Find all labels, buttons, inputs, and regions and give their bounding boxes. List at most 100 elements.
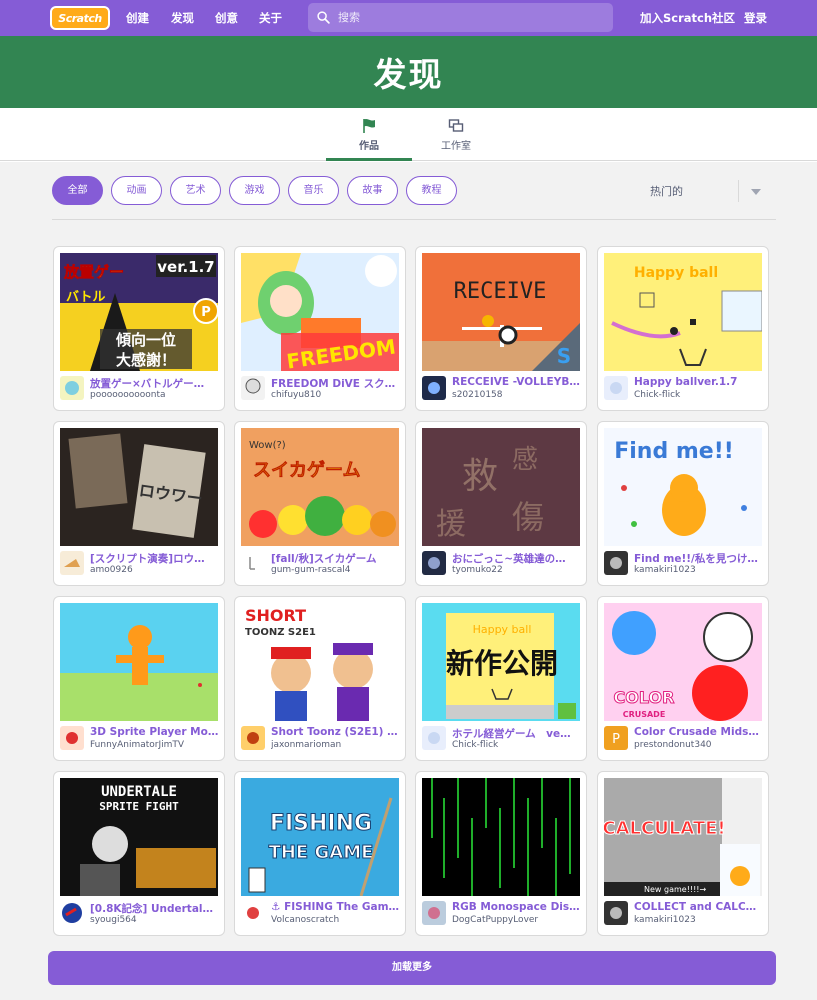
project-thumbnail[interactable]: Happy ball	[604, 253, 762, 371]
project-card[interactable]: Happy ball 新作公開 ホテル経営ゲーム ve… Chick-flick	[415, 596, 587, 761]
project-author[interactable]: prestondonut340	[634, 740, 764, 750]
avatar[interactable]	[422, 726, 446, 750]
project-card[interactable]: FISHING THE GAME ⚓ FISHING The Gam… Volc…	[234, 771, 406, 936]
project-thumbnail[interactable]: Happy ball 新作公開	[422, 603, 580, 721]
filter-art[interactable]: 艺术	[170, 176, 221, 205]
project-author[interactable]: kamakiri1023	[634, 565, 764, 575]
nav-create[interactable]: 创建	[126, 0, 149, 36]
project-title[interactable]: Find me!!/私を見つけ…	[634, 551, 764, 566]
project-card[interactable]: ロウワー [スクリプト演奏]ロウ… amo0926	[53, 421, 225, 586]
project-thumbnail[interactable]: Find me!!	[604, 428, 762, 546]
project-author[interactable]: syougi564	[90, 915, 220, 925]
project-author[interactable]: kamakiri1023	[634, 915, 764, 925]
project-author[interactable]: FunnyAnimatorJimTV	[90, 740, 220, 750]
project-card[interactable]: SHORT TOONZ S2E1 Short Toonz (S2E1) - … …	[234, 596, 406, 761]
project-author[interactable]: poooooooooonta	[90, 390, 220, 400]
project-title[interactable]: [0.8K記念] Undertale …	[90, 901, 220, 916]
avatar[interactable]	[422, 551, 446, 575]
project-card[interactable]: 3D Sprite Player Model FunnyAnimatorJimT…	[53, 596, 225, 761]
project-thumbnail[interactable]: FREEDOM	[241, 253, 399, 371]
project-author[interactable]: tyomuko22	[452, 565, 582, 575]
project-author[interactable]: s20210158	[452, 390, 582, 400]
project-card[interactable]: Wow(?) スイカゲーム [fall/秋]スイカゲーム gum-gum-ras…	[234, 421, 406, 586]
load-more-button[interactable]: 加载更多	[48, 951, 776, 985]
project-title[interactable]: ホテル経営ゲーム ve…	[452, 726, 582, 741]
avatar[interactable]	[241, 726, 265, 750]
filter-games[interactable]: 游戏	[229, 176, 280, 205]
project-card[interactable]: Happy ball Happy ballver.1.7 Chick-flick	[597, 246, 769, 411]
project-card[interactable]: UNDERTALE SPRITE FIGHT [0.8K記念] Undertal…	[53, 771, 225, 936]
project-title[interactable]: FREEDOM DiVE スク…	[271, 376, 401, 391]
project-title[interactable]: COLLECT and CALC…	[634, 901, 764, 913]
project-card[interactable]: CALCULATE! New game!!!!→ COLLECT and CAL…	[597, 771, 769, 936]
project-title[interactable]: RGB Monospace Dis…	[452, 901, 582, 913]
project-thumbnail[interactable]: RECEIVE S	[422, 253, 580, 371]
project-thumbnail[interactable]: Wow(?) スイカゲーム	[241, 428, 399, 546]
tab-studios[interactable]: 工作室	[413, 108, 499, 161]
project-author[interactable]: DogCatPuppyLover	[452, 915, 582, 925]
project-author[interactable]: gum-gum-rascal4	[271, 565, 401, 575]
search-input[interactable]	[338, 3, 598, 32]
filter-animation[interactable]: 动画	[111, 176, 162, 205]
project-card[interactable]: RECEIVE S RECCEIVE -VOLLEYB… s20210158	[415, 246, 587, 411]
avatar[interactable]	[60, 726, 84, 750]
filter-stories[interactable]: 故事	[347, 176, 398, 205]
project-card[interactable]: Find me!! Find me!!/私を見つけ… kamakiri1023	[597, 421, 769, 586]
project-thumbnail[interactable]: SHORT TOONZ S2E1	[241, 603, 399, 721]
avatar[interactable]	[241, 376, 265, 400]
sort-dropdown[interactable]: 热门的	[620, 180, 775, 202]
project-card[interactable]: 救 感 傷 援 おにごっこ~英雄達の… tyomuko22	[415, 421, 587, 586]
project-author[interactable]: Chick-flick	[452, 740, 582, 750]
avatar[interactable]	[241, 551, 265, 575]
project-title[interactable]: 放置ゲー×バトルゲー…	[90, 376, 220, 391]
filter-all[interactable]: 全部	[52, 176, 103, 205]
project-card[interactable]: RGB Monospace Dis… DogCatPuppyLover	[415, 771, 587, 936]
project-title[interactable]: [スクリプト演奏]ロウ…	[90, 551, 220, 566]
avatar[interactable]	[60, 551, 84, 575]
avatar[interactable]	[604, 901, 628, 925]
project-title[interactable]: Color Crusade Midse…	[634, 726, 764, 738]
project-card[interactable]: ver.1.7 放置ゲー バトル P 傾向一位 大感謝！ 放置ゲー×バトルゲー……	[53, 246, 225, 411]
project-title[interactable]: おにごっこ~英雄達の…	[452, 551, 582, 566]
avatar[interactable]	[604, 376, 628, 400]
project-thumbnail[interactable]	[422, 778, 580, 896]
avatar[interactable]	[241, 901, 265, 925]
svg-text:スイカゲーム: スイカゲーム	[253, 459, 360, 481]
project-card[interactable]: FREEDOM FREEDOM DiVE スク… chifuyu810	[234, 246, 406, 411]
sign-in-link[interactable]: 登录	[744, 0, 767, 36]
project-title[interactable]: Short Toonz (S2E1) - …	[271, 726, 401, 738]
project-author[interactable]: jaxonmarioman	[271, 740, 401, 750]
project-title[interactable]: [fall/秋]スイカゲーム	[271, 551, 401, 566]
project-thumbnail[interactable]: ver.1.7 放置ゲー バトル P 傾向一位 大感謝！	[60, 253, 218, 371]
nav-about[interactable]: 关于	[259, 0, 282, 36]
avatar[interactable]	[422, 901, 446, 925]
avatar[interactable]	[604, 551, 628, 575]
project-thumbnail[interactable]: UNDERTALE SPRITE FIGHT	[60, 778, 218, 896]
avatar[interactable]: P	[604, 726, 628, 750]
project-title[interactable]: 3D Sprite Player Model	[90, 726, 220, 738]
project-title[interactable]: Happy ballver.1.7	[634, 376, 764, 388]
project-thumbnail[interactable]: 救 感 傷 援	[422, 428, 580, 546]
filter-tutorials[interactable]: 教程	[406, 176, 457, 205]
project-thumbnail[interactable]: ロウワー	[60, 428, 218, 546]
project-thumbnail[interactable]: COLOR CRUSADE	[604, 603, 762, 721]
project-thumbnail[interactable]: FISHING THE GAME	[241, 778, 399, 896]
project-author[interactable]: Volcanoscratch	[271, 915, 401, 925]
scratch-logo[interactable]: Scratch	[50, 6, 110, 30]
join-link[interactable]: 加入Scratch社区	[640, 0, 735, 36]
avatar[interactable]	[60, 901, 84, 925]
project-title[interactable]: ⚓ FISHING The Gam…	[271, 901, 401, 913]
project-author[interactable]: Chick-flick	[634, 390, 764, 400]
project-author[interactable]: chifuyu810	[271, 390, 401, 400]
filter-music[interactable]: 音乐	[288, 176, 339, 205]
nav-ideas[interactable]: 创意	[215, 0, 238, 36]
project-thumbnail[interactable]: CALCULATE! New game!!!!→	[604, 778, 762, 896]
tab-projects[interactable]: 作品	[326, 108, 412, 161]
project-title[interactable]: RECCEIVE -VOLLEYB…	[452, 376, 582, 388]
project-author[interactable]: amo0926	[90, 565, 220, 575]
project-thumbnail[interactable]	[60, 603, 218, 721]
project-card[interactable]: COLOR CRUSADE P Color Crusade Midse… pre…	[597, 596, 769, 761]
nav-explore[interactable]: 发现	[171, 0, 194, 36]
avatar[interactable]	[422, 376, 446, 400]
avatar[interactable]	[60, 376, 84, 400]
